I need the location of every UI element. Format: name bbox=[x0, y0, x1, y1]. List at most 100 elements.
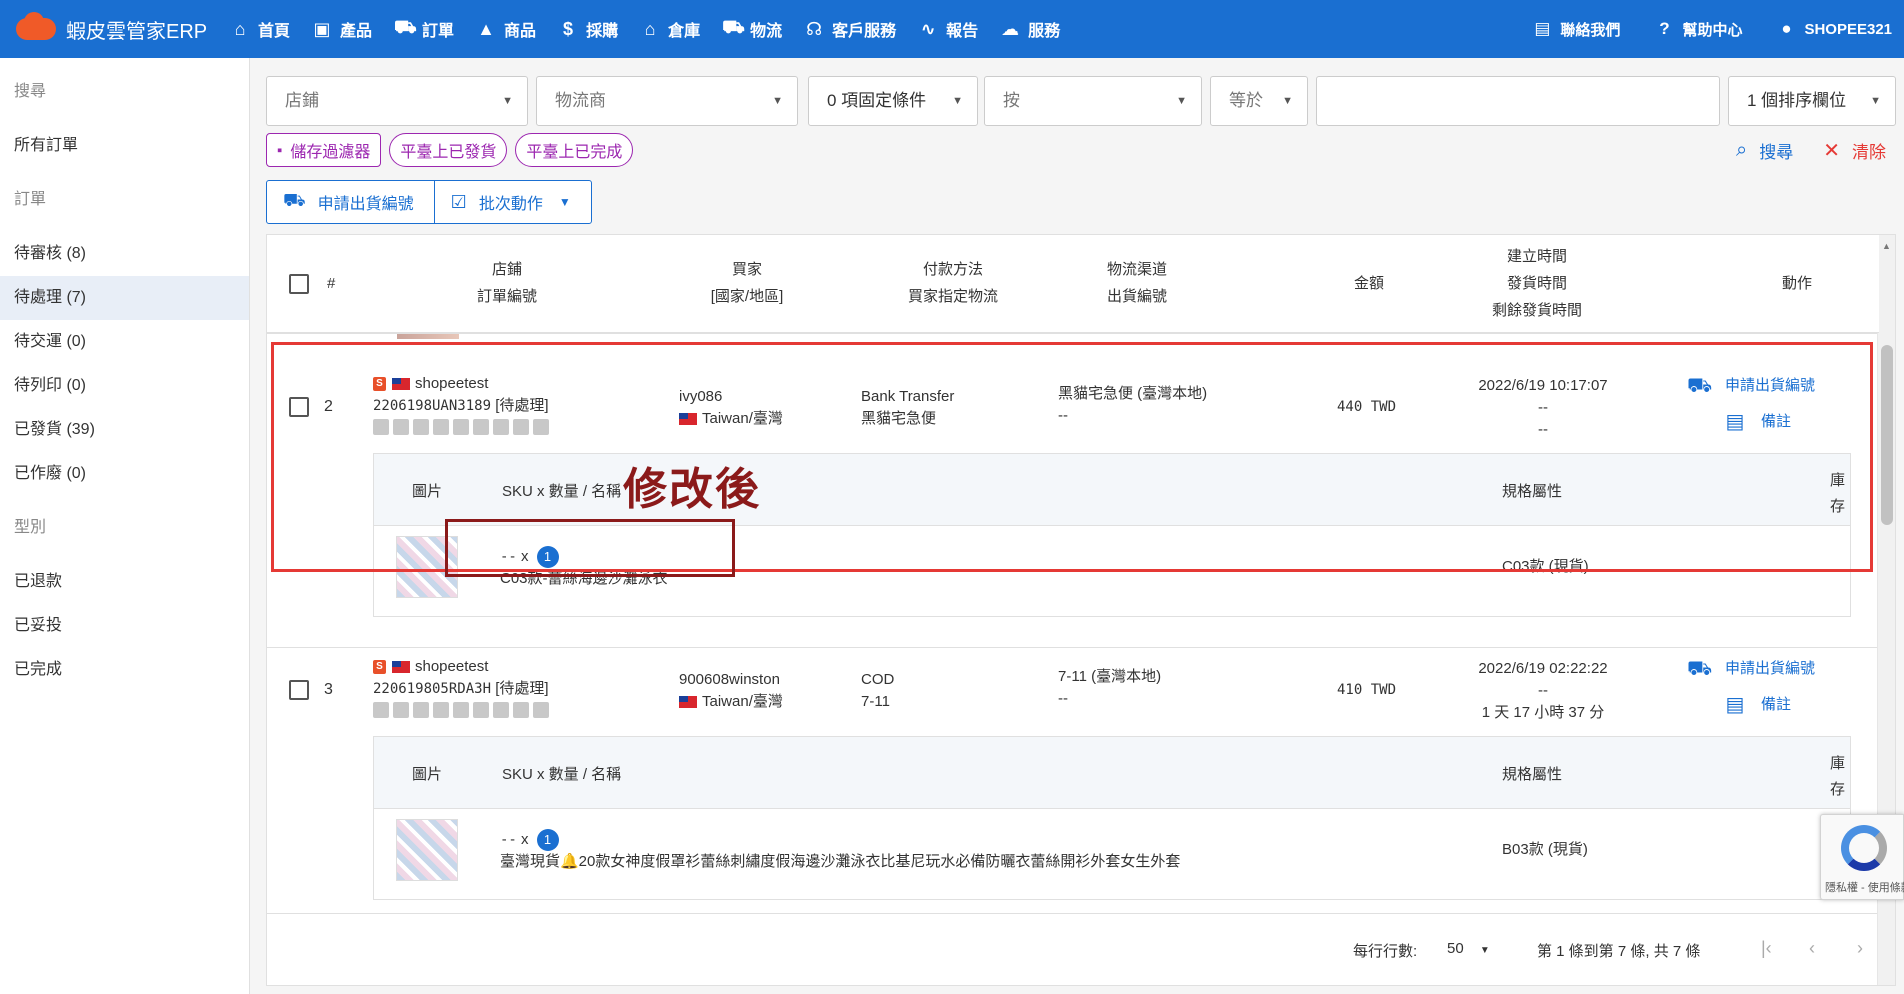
sidebar-item-to-ship[interactable]: 待交運 (0) bbox=[0, 320, 249, 364]
cancel-icon bbox=[473, 419, 489, 435]
table-row: 2 Sshopeetest 2206198UAN3189 [待處理] ivy08… bbox=[267, 363, 1879, 663]
items-header-spec: 規格屬性 bbox=[1502, 766, 1563, 783]
pagination-bar: 每行行數: 50 ▼ 第 1 條到第 7 條, 共 7 條 |‹ ‹ › bbox=[267, 913, 1879, 985]
recaptcha-badge[interactable]: 隱私權 - 使用條款 bbox=[1820, 814, 1904, 900]
order-number[interactable]: 2206198UAN3189 bbox=[373, 398, 491, 414]
filter-bar: 店鋪 ▼ 物流商 ▼ 0 項固定條件 ▼ 按 ▼ 等於 ▼ 1 個排序欄位 ▼ bbox=[266, 76, 1896, 126]
sidebar: 搜尋 所有訂單 訂單 待審核 (8) 待處理 (7) 待交運 (0) 待列印 (… bbox=[0, 58, 250, 994]
filter-value-input[interactable] bbox=[1316, 76, 1720, 126]
scroll-up-icon[interactable]: ▲ bbox=[1882, 241, 1891, 251]
order-number[interactable]: 220619805RDA3H bbox=[373, 681, 491, 697]
recaptcha-terms[interactable]: 隱私權 - 使用條款 bbox=[1825, 879, 1904, 895]
sidebar-item-delivered[interactable]: 已妥投 bbox=[0, 604, 249, 648]
comment-icon: ▤ bbox=[1725, 411, 1745, 433]
shop-name: shopeetest bbox=[415, 375, 489, 392]
nav-item-services[interactable]: ☁ 服務 bbox=[1000, 17, 1060, 41]
sidebar-item-all-orders[interactable]: 所有訂單 bbox=[0, 124, 249, 168]
product-thumbnail[interactable] bbox=[396, 819, 458, 881]
sidebar-item-to-print[interactable]: 待列印 (0) bbox=[0, 364, 249, 408]
header-payment-line: 付款方法 bbox=[922, 261, 983, 278]
nav-item-logistics[interactable]: ⛟ 物流 bbox=[722, 17, 782, 41]
nav-item-reports[interactable]: ∿ 報告 bbox=[918, 17, 979, 41]
shipped-time: -- bbox=[1538, 682, 1548, 699]
note-link[interactable]: ▤ 備註 bbox=[1687, 694, 1815, 716]
brand[interactable]: 蝦皮雲管家ERP bbox=[0, 12, 230, 44]
action-cell: ⛟ 申請出貨編號 ▤ 備註 bbox=[1687, 375, 1815, 433]
batch-actions-button[interactable]: ☑ 批次動作 ▼ bbox=[433, 181, 591, 223]
header-country-line: [國家/地區] bbox=[710, 288, 784, 305]
apply-tracking-number-button[interactable]: ⛟ 申請出貨編號 bbox=[267, 181, 434, 223]
item-x: x bbox=[521, 548, 529, 565]
help-icon: ? bbox=[1659, 19, 1670, 38]
note-link[interactable]: ▤ 備註 bbox=[1687, 411, 1815, 433]
next-page-icon[interactable]: › bbox=[1857, 938, 1863, 959]
item-x: x bbox=[521, 831, 529, 848]
select-all-checkbox[interactable] bbox=[289, 274, 309, 294]
header-time: 建立時間 發貨時間 剩餘發貨時間 bbox=[1467, 243, 1607, 324]
carrier-select[interactable]: 物流商 ▼ bbox=[536, 76, 798, 126]
taiwan-flag-icon bbox=[679, 696, 697, 709]
cancel-icon bbox=[473, 702, 489, 718]
shop-select[interactable]: 店鋪 ▼ bbox=[266, 76, 528, 126]
prev-page-icon[interactable]: ‹ bbox=[1809, 938, 1815, 959]
chat-icon bbox=[453, 419, 469, 435]
chat-icon bbox=[453, 702, 469, 718]
buyer-logistics: 黑貓宅急便 bbox=[861, 410, 937, 427]
chip-platform-completed[interactable]: 平臺上已完成 bbox=[515, 133, 634, 167]
qr-icon bbox=[393, 702, 409, 718]
sidebar-item-shipped[interactable]: 已發貨 (39) bbox=[0, 408, 249, 452]
row-checkbox[interactable] bbox=[289, 397, 309, 417]
order-items-header: 圖片 SKU x 數量 / 名稱 規格屬性 庫存 bbox=[374, 737, 1850, 809]
chip-platform-shipped[interactable]: 平臺上已發貨 bbox=[389, 133, 508, 167]
table-row: 3 Sshopeetest 220619805RDA3H [待處理] 90060… bbox=[267, 646, 1879, 913]
sidebar-item-to-process[interactable]: 待處理 (7) bbox=[0, 276, 249, 320]
nav-item-purchase[interactable]: $ 採購 bbox=[558, 17, 618, 41]
product-thumbnail[interactable] bbox=[396, 536, 458, 598]
contact-us-link[interactable]: ▤ 聯絡我們 bbox=[1532, 19, 1620, 40]
sync-icon bbox=[493, 419, 509, 435]
search-icon: ⌕ bbox=[1736, 139, 1748, 161]
barcode-icon bbox=[373, 419, 389, 435]
search-button[interactable]: ⌕ 搜尋 bbox=[1736, 138, 1793, 163]
truck-icon: ⛟ bbox=[1687, 375, 1713, 397]
nav-item-orders[interactable]: ⛟ 訂單 bbox=[394, 17, 454, 41]
nav-label: 採購 bbox=[586, 23, 619, 40]
first-page-icon[interactable]: |‹ bbox=[1761, 938, 1772, 959]
fixed-conditions-select[interactable]: 0 項固定條件 ▼ bbox=[808, 76, 978, 126]
buyer-cell: 900608winston Taiwan/臺灣 bbox=[679, 669, 783, 713]
chart-icon: ∿ bbox=[920, 18, 936, 39]
nav-item-home[interactable]: ⌂ 首頁 bbox=[230, 17, 290, 41]
nav-item-products[interactable]: ▣ 產品 bbox=[312, 17, 373, 41]
caret-down-icon: ▼ bbox=[1870, 95, 1881, 107]
logistics-cell: 黑貓宅急便 (臺灣本地) -- bbox=[1058, 383, 1207, 427]
sort-fields-select[interactable]: 1 個排序欄位 ▼ bbox=[1728, 76, 1896, 126]
save-filter-button[interactable]: ▪ 儲存過濾器 bbox=[266, 133, 382, 167]
nav-item-customer-service[interactable]: ☊ 客戶服務 bbox=[804, 17, 896, 41]
buyer-name: ivy086 bbox=[679, 388, 723, 405]
sidebar-item-voided[interactable]: 已作廢 (0) bbox=[0, 452, 249, 496]
sidebar-item-completed[interactable]: 已完成 bbox=[0, 648, 249, 692]
brand-title: 蝦皮雲管家ERP bbox=[66, 20, 208, 43]
sidebar-section-orders: 訂單 bbox=[14, 191, 47, 208]
carrier-select-value: 物流商 bbox=[555, 91, 606, 110]
clear-button[interactable]: ✕ 清除 bbox=[1823, 138, 1886, 163]
apply-tracking-link[interactable]: ⛟ 申請出貨編號 bbox=[1687, 375, 1815, 397]
help-center-link[interactable]: ? 幫助中心 bbox=[1654, 19, 1742, 40]
nav-item-goods[interactable]: ▲ 商品 bbox=[476, 17, 536, 41]
account-menu[interactable]: ● SHOPEE321 bbox=[1776, 19, 1892, 39]
item-sku-line: -- x1 bbox=[500, 546, 668, 569]
operator-select[interactable]: 等於 ▼ bbox=[1210, 76, 1308, 126]
nav-item-warehouse[interactable]: ⌂ 倉庫 bbox=[640, 17, 700, 41]
shopee-badge-icon: S bbox=[373, 660, 386, 674]
items-header-sku: SKU x 數量 / 名稱 bbox=[502, 766, 622, 783]
items-header-sku: SKU x 數量 / 名稱 bbox=[502, 483, 622, 500]
rows-per-page-select[interactable]: 50 ▼ bbox=[1447, 940, 1490, 957]
row-checkbox[interactable] bbox=[289, 680, 309, 700]
scrollbar-thumb[interactable] bbox=[1881, 345, 1893, 525]
checklist-icon: ☑ bbox=[450, 191, 467, 212]
apply-tracking-link[interactable]: ⛟ 申請出貨編號 bbox=[1687, 658, 1815, 680]
sidebar-item-pending-review[interactable]: 待審核 (8) bbox=[0, 232, 249, 276]
clear-label: 清除 bbox=[1852, 143, 1886, 162]
field-select[interactable]: 按 ▼ bbox=[984, 76, 1202, 126]
sidebar-item-refunded[interactable]: 已退款 bbox=[0, 560, 249, 604]
